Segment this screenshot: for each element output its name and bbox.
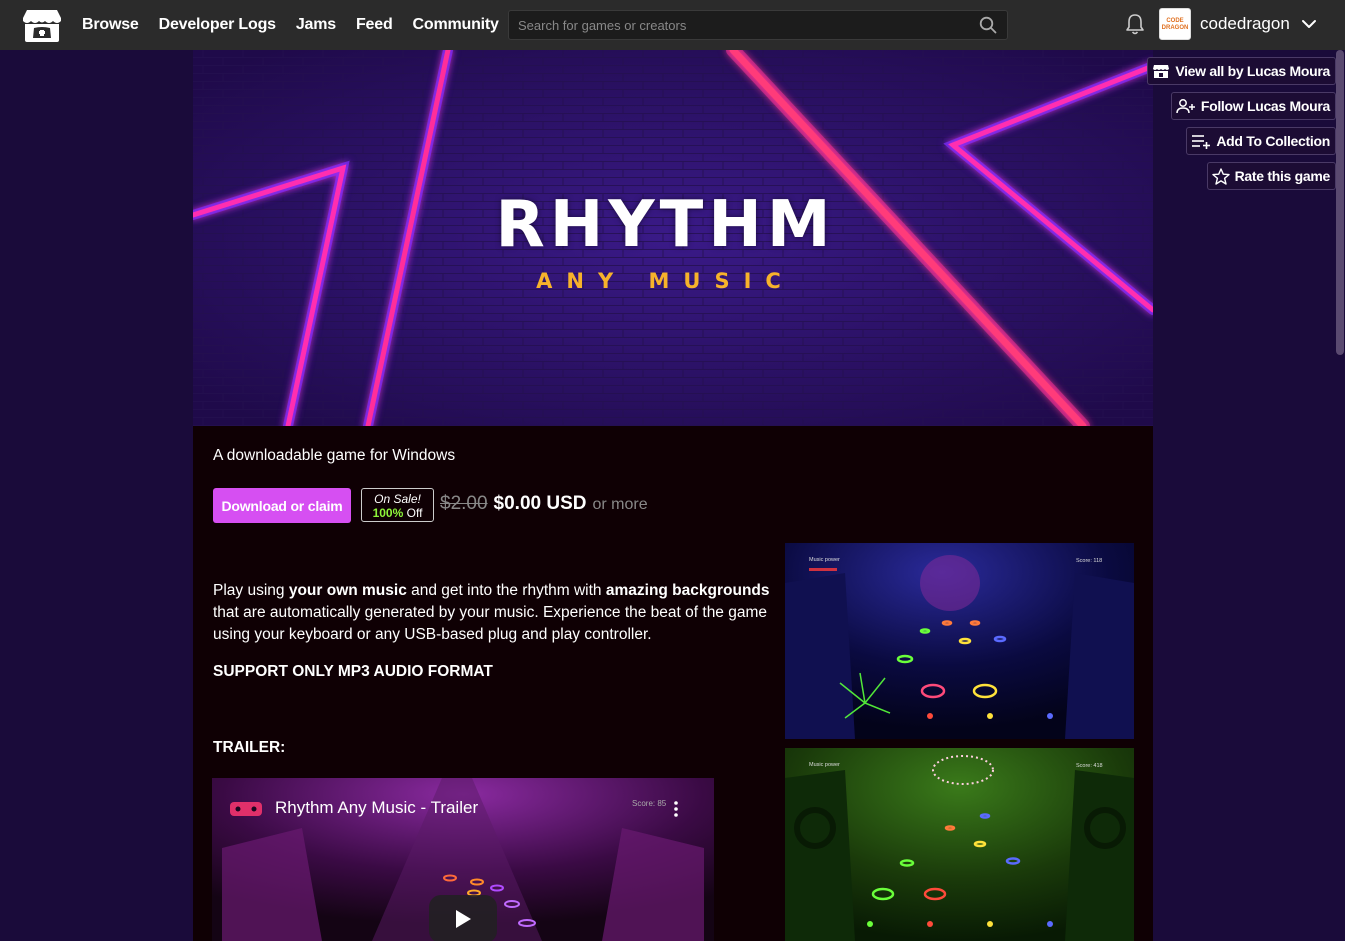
view-all-label: View all by Lucas Moura [1175,63,1330,79]
search-input[interactable] [509,11,1007,39]
itchio-logo-icon[interactable] [22,6,62,44]
sale-price: $0.00 USD [493,493,587,514]
format-note: SUPPORT ONLY MP3 AUDIO FORMAT [213,663,493,680]
screenshot-1-score: Score: 118 [1076,558,1103,564]
screenshot-1-music-power: Music power [809,557,840,563]
screenshot-2[interactable]: Music power Score: 418 [785,748,1134,941]
original-price: $2.00 [440,493,488,514]
nav-feed[interactable]: Feed [356,16,393,34]
rate-label: Rate this game [1234,168,1331,184]
banner-subtitle: ANY MUSIC [536,269,795,293]
sale-off: Off [406,506,423,520]
screenshot-1-image [785,543,1134,739]
rate-game-button[interactable]: Rate this game [1206,162,1336,190]
or-more-text: or more [592,496,648,513]
screenshot-1[interactable]: Music power Score: 118 [785,543,1134,739]
user-avatar[interactable]: CODE DRAGON [1159,8,1191,40]
nav-community[interactable]: Community [413,16,499,34]
search-box [508,10,1008,40]
top-navigation: Browse Developer Logs Jams Feed Communit… [0,0,1345,50]
chevron-down-icon[interactable] [1300,15,1318,33]
nav-developer-logs[interactable]: Developer Logs [159,16,276,34]
game-info-panel: A downloadable game for Windows Download… [193,426,1153,941]
download-claim-button[interactable]: Download or claim [213,488,351,523]
sale-label: On Sale! [374,492,421,506]
view-all-by-author-button[interactable]: View all by Lucas Moura [1147,57,1336,85]
nav-jams[interactable]: Jams [296,16,336,34]
star-icon [1211,167,1230,185]
nav-links: Browse Developer Logs Jams Feed Communit… [82,0,519,50]
sale-badge: On Sale! 100% Off [361,488,434,522]
follow-label: Follow Lucas Moura [1200,98,1330,114]
screenshot-2-music-power: Music power [809,762,840,768]
trailer-video[interactable]: Rhythm Any Music - Trailer Score: 85 [212,778,714,941]
trailer-heading: TRAILER: [213,739,286,756]
play-icon [456,910,471,928]
notifications-bell-icon[interactable] [1124,12,1146,36]
playlist-add-icon [1192,135,1211,149]
storefront-icon [1153,65,1170,78]
video-score: Score: 85 [632,799,667,808]
screenshot-2-score: Score: 418 [1076,763,1103,769]
follow-author-button[interactable]: Follow Lucas Moura [1170,92,1336,120]
add-to-collection-button[interactable]: Add To Collection [1186,127,1336,155]
game-banner: RHYTHM ANY MUSIC [193,50,1153,426]
nav-browse[interactable]: Browse [82,16,139,34]
banner-title: RHYTHM [495,188,836,262]
video-play-button[interactable] [429,895,497,941]
video-title[interactable]: Rhythm Any Music - Trailer [275,798,478,818]
screenshot-2-image [785,748,1134,941]
sale-percent: 100% [372,506,404,520]
add-collection-label: Add To Collection [1216,133,1330,149]
price-row: $2.00 $0.00 USD or more [440,493,648,515]
more-options-icon[interactable] [673,800,679,818]
game-description: Play using your own music and get into t… [213,582,770,643]
username[interactable]: codedragon [1200,14,1290,34]
game-tagline: A downloadable game for Windows [213,447,456,464]
search-icon[interactable] [979,16,997,34]
user-plus-icon [1176,99,1195,114]
page-scrollbar[interactable] [1336,50,1344,355]
